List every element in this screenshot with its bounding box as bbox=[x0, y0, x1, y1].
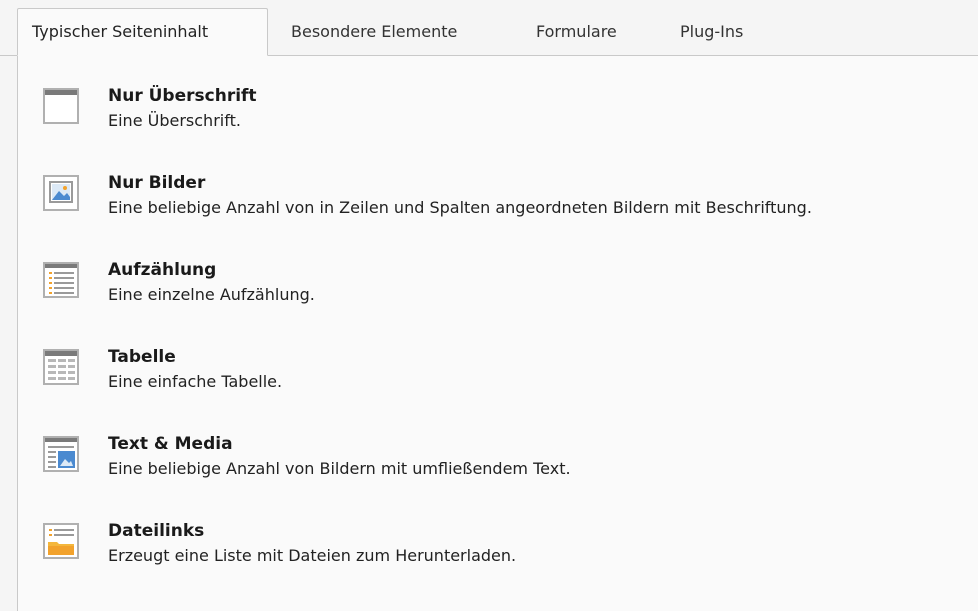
uploads-icon bbox=[43, 523, 79, 559]
images-icon bbox=[43, 175, 79, 211]
table-icon bbox=[43, 349, 79, 385]
list-item-uploads[interactable]: Dateilinks Erzeugt eine Liste mit Dateie… bbox=[18, 491, 978, 571]
tab-typischer-seiteninhalt[interactable]: Typischer Seiteninhalt bbox=[17, 8, 268, 56]
bullets-icon bbox=[43, 262, 79, 298]
tab-bar: Typischer Seiteninhalt Besondere Element… bbox=[0, 0, 978, 56]
item-title: Nur Bilder bbox=[108, 173, 206, 193]
content-element-list: Nur Überschrift Eine Überschrift. Nur Bi… bbox=[17, 56, 978, 611]
list-item-images[interactable]: Nur Bilder Eine beliebige Anzahl von in … bbox=[18, 143, 978, 223]
textmedia-icon bbox=[43, 436, 79, 472]
item-title: Tabelle bbox=[108, 347, 176, 367]
item-description: Eine beliebige Anzahl von in Zeilen und … bbox=[108, 198, 812, 217]
item-description: Eine beliebige Anzahl von Bildern mit um… bbox=[108, 459, 571, 478]
item-title: Dateilinks bbox=[108, 521, 205, 541]
item-description: Eine Überschrift. bbox=[108, 111, 241, 130]
tab-besondere-elemente[interactable]: Besondere Elemente bbox=[291, 8, 457, 56]
tab-plug-ins[interactable]: Plug-Ins bbox=[680, 8, 743, 56]
list-item-header[interactable]: Nur Überschrift Eine Überschrift. bbox=[18, 56, 978, 136]
list-item-bullets[interactable]: Aufzählung Eine einzelne Aufzählung. bbox=[18, 230, 978, 310]
header-icon bbox=[43, 88, 79, 124]
list-item-textmedia[interactable]: Text & Media Eine beliebige Anzahl von B… bbox=[18, 404, 978, 484]
item-description: Eine einzelne Aufzählung. bbox=[108, 285, 315, 304]
item-description: Erzeugt eine Liste mit Dateien zum Herun… bbox=[108, 546, 517, 565]
tab-formulare[interactable]: Formulare bbox=[536, 8, 617, 56]
item-title: Nur Überschrift bbox=[108, 86, 257, 106]
item-title: Aufzählung bbox=[108, 260, 217, 280]
item-title: Text & Media bbox=[108, 434, 233, 454]
item-description: Eine einfache Tabelle. bbox=[108, 372, 283, 391]
list-item-table[interactable]: Tabelle Eine einfache Tabelle. bbox=[18, 317, 978, 397]
